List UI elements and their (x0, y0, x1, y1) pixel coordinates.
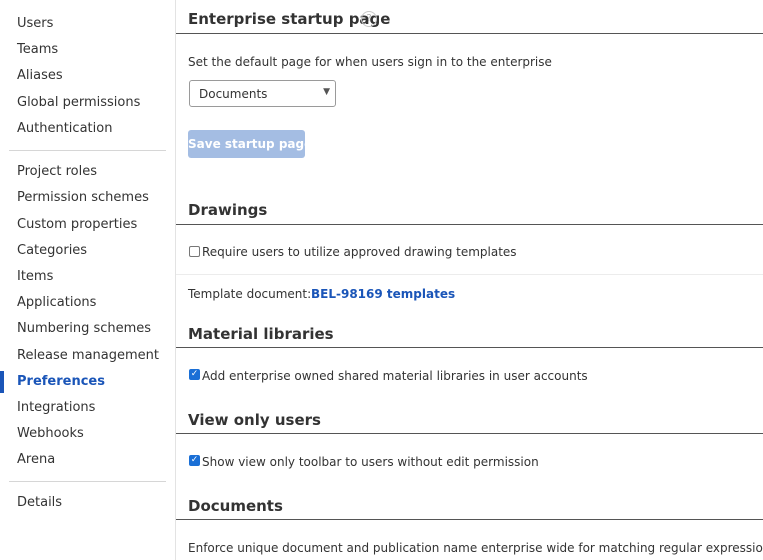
material-libraries-checkbox[interactable]: ✓ (189, 369, 200, 380)
section-rule (176, 347, 763, 348)
startup-page-select[interactable]: Documents ▼ (189, 80, 336, 107)
sidebar-item-numbering-schemes[interactable]: Numbering schemes (17, 320, 151, 338)
main-content: Enterprise startup page ? Set the defaul… (176, 0, 763, 560)
sidebar-item-permission-schemes[interactable]: Permission schemes (17, 189, 149, 207)
help-icon[interactable]: ? (361, 11, 377, 27)
sidebar-item-webhooks[interactable]: Webhooks (17, 425, 84, 443)
active-indicator (0, 371, 4, 393)
documents-section-title: Documents (188, 497, 283, 515)
sidebar-item-preferences[interactable]: Preferences (17, 373, 105, 391)
chevron-down-icon: ▼ (323, 87, 330, 97)
sidebar-divider (9, 481, 166, 482)
sidebar-item-global-permissions[interactable]: Global permissions (17, 94, 140, 112)
sidebar-item-users[interactable]: Users (17, 15, 53, 33)
sidebar-item-details[interactable]: Details (17, 494, 62, 512)
section-rule (176, 433, 763, 434)
sidebar-item-aliases[interactable]: Aliases (17, 67, 63, 85)
sidebar-item-applications[interactable]: Applications (17, 294, 96, 312)
sidebar-item-authentication[interactable]: Authentication (17, 120, 112, 138)
startup-description: Set the default page for when users sign… (188, 55, 552, 69)
template-document-label: Template document: (188, 287, 312, 301)
save-startup-page-button[interactable]: Save startup page (188, 130, 312, 158)
materials-section-title: Material libraries (188, 325, 334, 343)
drawings-section-title: Drawings (188, 201, 268, 219)
row-divider (176, 274, 763, 275)
view-only-toolbar-label: Show view only toolbar to users without … (202, 455, 539, 469)
sidebar-item-custom-properties[interactable]: Custom properties (17, 216, 137, 234)
viewonly-section-title: View only users (188, 411, 321, 429)
section-rule (176, 224, 763, 225)
require-templates-label: Require users to utilize approved drawin… (202, 245, 517, 259)
sidebar-item-release-management[interactable]: Release management (17, 347, 159, 365)
sidebar-item-integrations[interactable]: Integrations (17, 399, 95, 417)
section-rule (176, 33, 763, 34)
documents-description: Enforce unique document and publication … (188, 541, 763, 555)
sidebar-divider (9, 150, 166, 151)
sidebar-item-items[interactable]: Items (17, 268, 53, 286)
sidebar-item-project-roles[interactable]: Project roles (17, 163, 97, 181)
template-document-link[interactable]: BEL-98169 templates (311, 287, 455, 301)
sidebar-item-arena[interactable]: Arena (17, 451, 55, 469)
section-rule (176, 519, 763, 520)
sidebar-item-teams[interactable]: Teams (17, 41, 58, 59)
view-only-toolbar-checkbox[interactable]: ✓ (189, 455, 200, 466)
material-libraries-label: Add enterprise owned shared material lib… (202, 369, 588, 383)
sidebar-item-categories[interactable]: Categories (17, 242, 87, 260)
startup-page-select-value: Documents (199, 87, 268, 101)
sidebar: Users Teams Aliases Global permissions A… (0, 0, 176, 560)
require-templates-checkbox[interactable] (189, 246, 200, 257)
